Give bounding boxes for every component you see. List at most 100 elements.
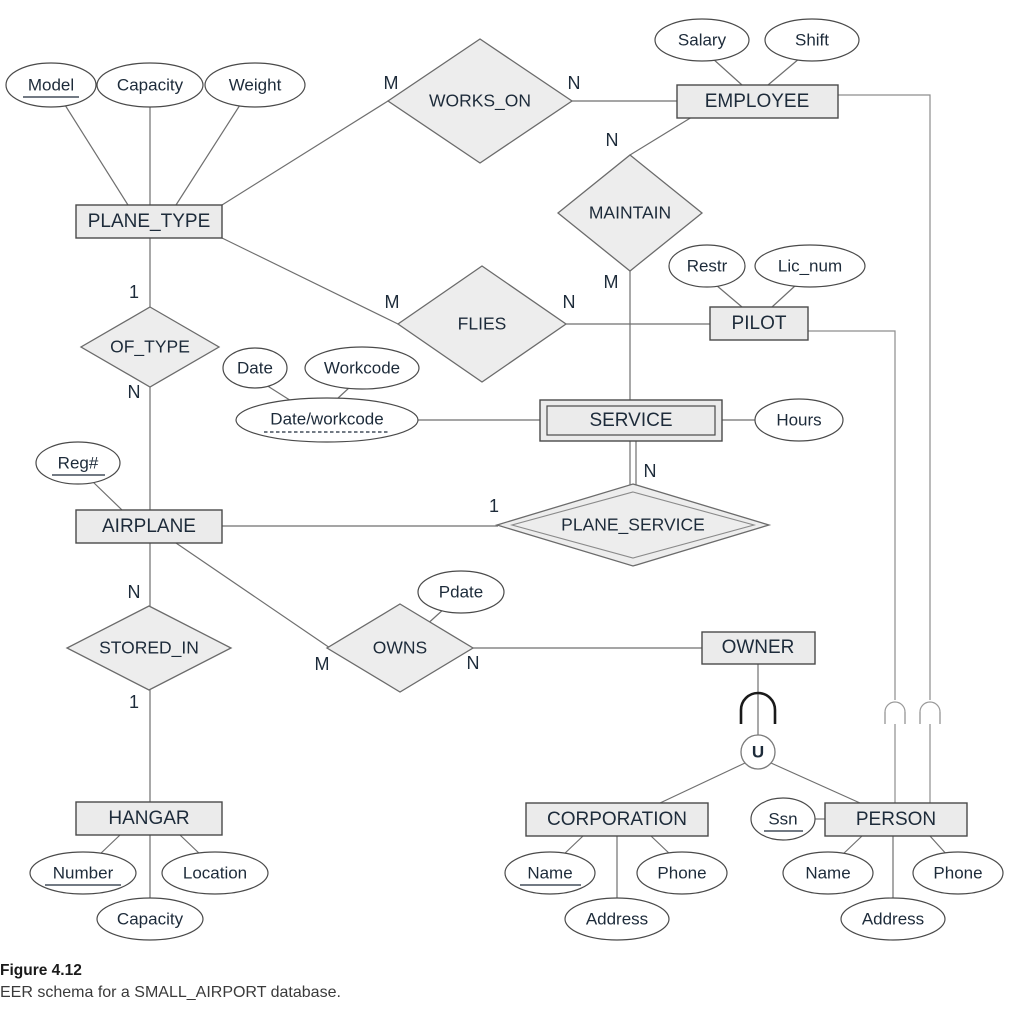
attribute-restr[interactable]: Restr <box>668 244 746 288</box>
attribute-weight[interactable]: Weight <box>204 62 306 108</box>
attribute-capacity-hangar-label: Capacity <box>117 909 184 928</box>
figure-title: Figure 4.12 <box>0 962 82 979</box>
attribute-location[interactable]: Location <box>161 851 269 895</box>
entity-person[interactable]: PERSON <box>824 802 968 837</box>
attribute-shift[interactable]: Shift <box>764 18 860 62</box>
attribute-restr-label: Restr <box>687 256 728 275</box>
entities-layer: PLANE_TYPE EMPLOYEE PILOT SERVICE AIRPLA… <box>75 84 968 837</box>
attribute-date-label: Date <box>237 358 273 377</box>
attribute-number-label: Number <box>53 863 114 882</box>
entity-hangar[interactable]: HANGAR <box>75 801 223 836</box>
attribute-capacity-hangar[interactable]: Capacity <box>96 897 204 941</box>
edge-shift-employee <box>767 57 801 86</box>
edge-plane-type-works-on <box>221 100 389 206</box>
relationship-of-type-label: OF_TYPE <box>110 337 190 358</box>
attribute-capacity-plane-type-label: Capacity <box>117 75 184 94</box>
attribute-pers-address[interactable]: Address <box>840 897 946 941</box>
attribute-corp-name-label: Name <box>527 863 572 882</box>
entity-airplane-label: AIRPLANE <box>102 516 196 537</box>
connector-lines <box>64 57 949 901</box>
relationship-plane-service-label: PLANE_SERVICE <box>561 515 705 536</box>
entity-plane-type[interactable]: PLANE_TYPE <box>75 204 223 239</box>
attribute-lic-num-label: Lic_num <box>778 256 842 275</box>
relationship-stored-in-label: STORED_IN <box>99 638 199 659</box>
entity-plane-type-label: PLANE_TYPE <box>88 211 211 232</box>
attribute-pers-name-label: Name <box>805 863 850 882</box>
entity-service-label: SERVICE <box>589 410 672 431</box>
attribute-capacity-plane-type[interactable]: Capacity <box>96 62 204 108</box>
edge-weight-plane-type <box>175 104 241 206</box>
edge-model-plane-type <box>64 104 129 206</box>
attribute-model[interactable]: Model <box>5 62 97 108</box>
attribute-salary[interactable]: Salary <box>654 18 750 62</box>
attribute-date-workcode-label: Date/workcode <box>270 409 383 428</box>
entity-owner[interactable]: OWNER <box>701 631 816 665</box>
attribute-corp-phone[interactable]: Phone <box>636 851 728 895</box>
attribute-pers-phone[interactable]: Phone <box>912 851 1004 895</box>
attribute-hours[interactable]: Hours <box>754 398 844 442</box>
jump-arc-pilot-legs <box>884 712 906 724</box>
attribute-workcode-label: Workcode <box>324 358 400 377</box>
entity-person-label: PERSON <box>856 809 936 830</box>
relationship-flies-label: FLIES <box>458 314 507 334</box>
relationship-maintain-label: MAINTAIN <box>589 203 671 223</box>
edge-employee-person-upper <box>838 94 931 700</box>
entity-corporation[interactable]: CORPORATION <box>525 802 709 837</box>
entity-hangar-label: HANGAR <box>108 808 189 829</box>
attribute-pers-address-label: Address <box>862 909 924 928</box>
relationship-works-on-label: WORKS_ON <box>429 91 531 112</box>
attribute-corp-name[interactable]: Name <box>504 851 596 895</box>
edge-lic-num-pilot <box>771 284 797 308</box>
relationship-flies[interactable]: FLIES <box>396 265 568 383</box>
attribute-location-label: Location <box>183 863 247 882</box>
relationship-owns[interactable]: OWNS <box>325 603 475 693</box>
eer-diagram-svg: WORKS_ON MAINTAIN FLIES OF_TYPE PLANE_SE… <box>5 18 1004 941</box>
entity-owner-label: OWNER <box>722 637 795 658</box>
entity-employee[interactable]: EMPLOYEE <box>676 84 839 119</box>
attribute-corp-phone-label: Phone <box>657 863 706 882</box>
attribute-weight-label: Weight <box>229 75 282 94</box>
attribute-ssn[interactable]: Ssn <box>750 797 816 841</box>
jump-arc-employee-legs <box>919 712 941 724</box>
eer-diagram-canvas: WORKS_ON MAINTAIN FLIES OF_TYPE PLANE_SE… <box>0 0 1019 1024</box>
attribute-lic-num[interactable]: Lic_num <box>754 244 866 288</box>
relationship-owns-label: OWNS <box>373 638 427 658</box>
attribute-date[interactable]: Date <box>222 347 288 389</box>
entity-corporation-label: CORPORATION <box>547 809 687 830</box>
edge-salary-employee <box>711 57 743 86</box>
union-symbol-label: U <box>752 742 764 761</box>
relationship-of-type[interactable]: OF_TYPE <box>79 306 221 388</box>
relationship-plane-service[interactable]: PLANE_SERVICE <box>494 483 772 567</box>
entity-pilot[interactable]: PILOT <box>709 306 809 341</box>
jump-arc-pilot <box>884 701 906 713</box>
attribute-corp-address[interactable]: Address <box>564 897 670 941</box>
edge-pilot-person-upper <box>808 330 896 700</box>
edge-plane-type-flies <box>221 237 399 325</box>
entity-airplane[interactable]: AIRPLANE <box>75 509 223 544</box>
attribute-ssn-label: Ssn <box>768 809 797 828</box>
attribute-workcode[interactable]: Workcode <box>304 346 420 390</box>
edge-reg-airplane <box>91 480 123 511</box>
attribute-date-workcode[interactable]: Date/workcode <box>235 397 419 443</box>
relationship-stored-in[interactable]: STORED_IN <box>65 605 233 691</box>
figure-subtitle: EER schema for a SMALL_AIRPORT database. <box>0 984 341 1001</box>
attribute-hours-label: Hours <box>776 410 821 429</box>
edge-restr-pilot <box>715 284 743 308</box>
edge-union-person <box>770 762 861 804</box>
attribute-pdate[interactable]: Pdate <box>417 570 505 614</box>
attribute-number[interactable]: Number <box>29 851 137 895</box>
relationship-works-on[interactable]: WORKS_ON <box>386 38 574 164</box>
attribute-corp-address-label: Address <box>586 909 648 928</box>
attribute-model-label: Model <box>28 75 74 94</box>
attribute-pdate-label: Pdate <box>439 582 483 601</box>
attribute-pers-phone-label: Phone <box>933 863 982 882</box>
jump-arc-employee <box>919 701 941 713</box>
entity-employee-label: EMPLOYEE <box>705 91 810 112</box>
edge-union-corporation <box>659 762 746 804</box>
attribute-reg-num[interactable]: Reg# <box>35 441 121 485</box>
entity-pilot-label: PILOT <box>732 313 787 334</box>
attribute-pers-name[interactable]: Name <box>782 851 874 895</box>
attribute-shift-label: Shift <box>795 30 829 49</box>
entity-service[interactable]: SERVICE <box>539 399 723 442</box>
attribute-reg-num-label: Reg# <box>58 453 99 472</box>
